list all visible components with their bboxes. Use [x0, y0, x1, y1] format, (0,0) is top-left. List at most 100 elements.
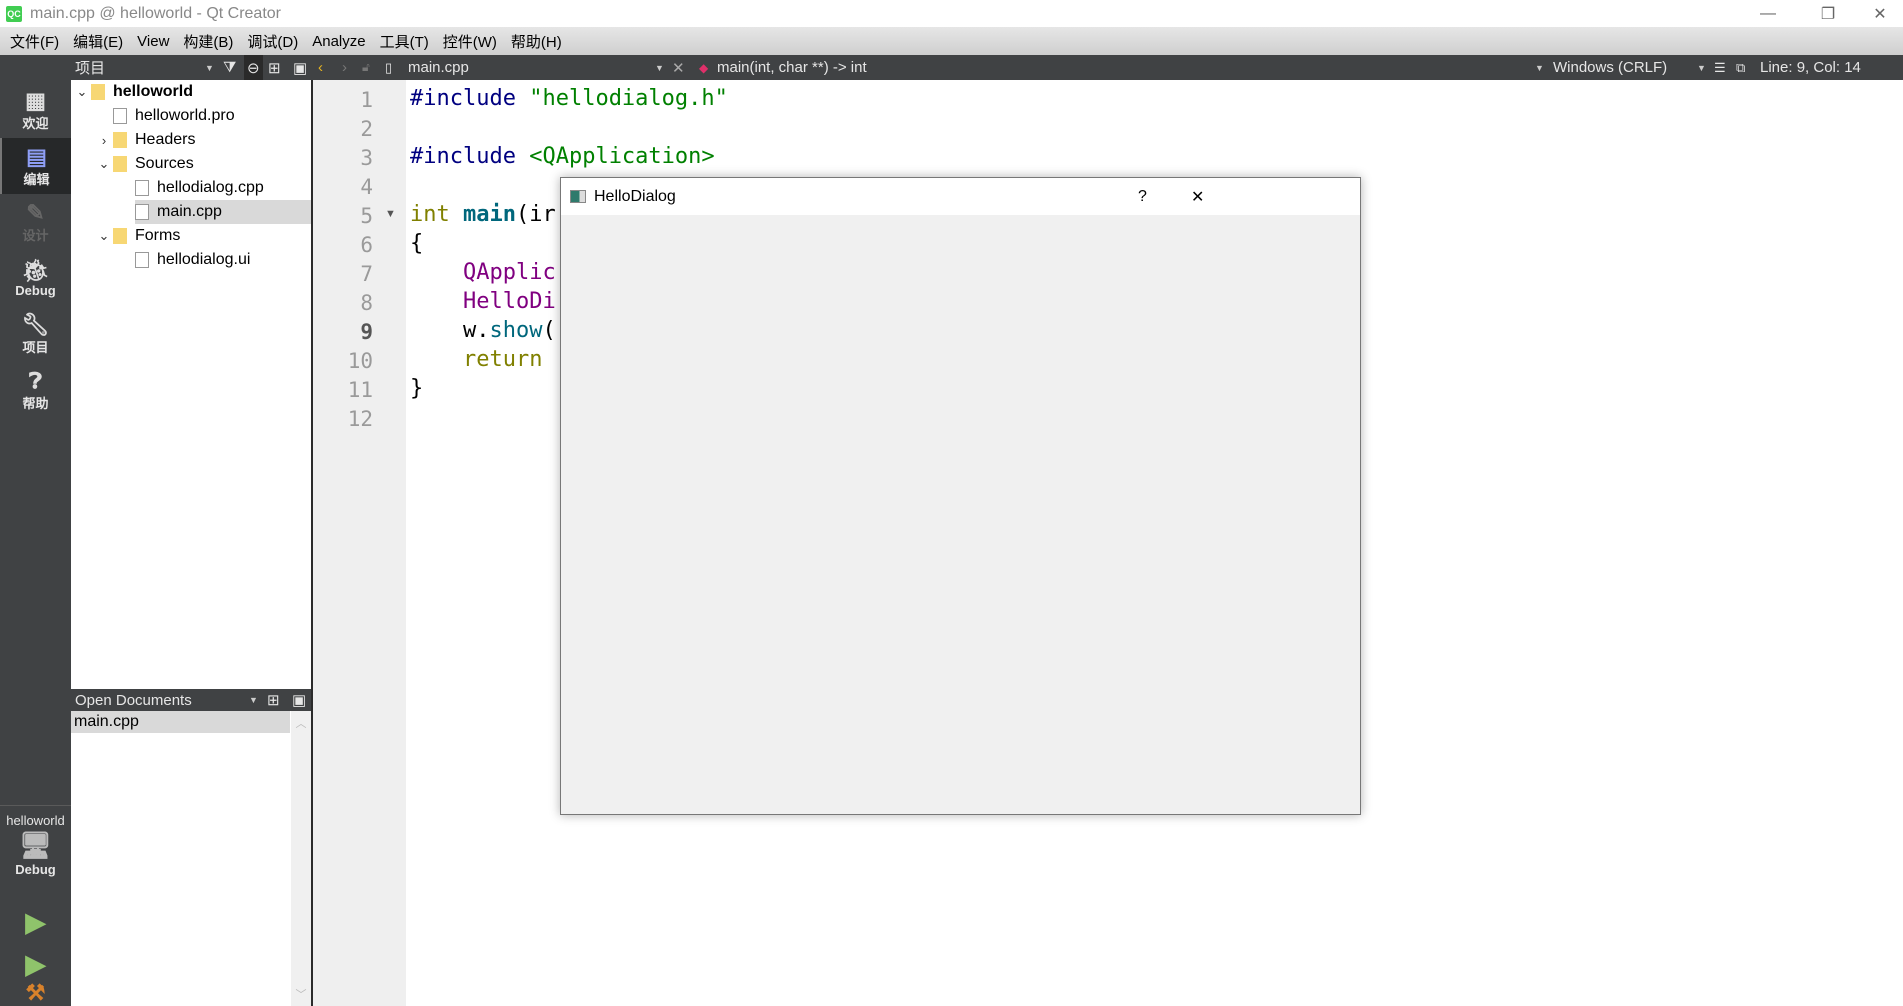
- folder-icon: [91, 84, 105, 100]
- menu-item[interactable]: 工具(T): [373, 31, 436, 52]
- code-line: w.show(: [410, 318, 556, 343]
- menu-item[interactable]: 构建(B): [176, 31, 240, 52]
- line-ending-dropdown[interactable]: ▼: [1697, 55, 1706, 80]
- chevron-right-icon[interactable]: ›: [95, 133, 113, 148]
- line-number: 12: [347, 407, 373, 431]
- open-documents-dropdown[interactable]: ▼: [249, 695, 258, 705]
- tree-item[interactable]: hellodialog.cpp: [117, 176, 264, 200]
- code-line: #include <QApplication>: [410, 144, 715, 169]
- chevron-down-icon[interactable]: ⌄: [95, 228, 113, 244]
- kit-selector[interactable]: helloworld 🖥︎ Debug: [0, 807, 71, 897]
- code-token: main: [462, 202, 516, 227]
- mode-design[interactable]: ✎ 设计: [0, 194, 71, 250]
- line-number: 1: [360, 88, 373, 112]
- link-icon[interactable]: ⊖: [244, 55, 263, 80]
- hello-dialog-window: HelloDialog ? ✕: [560, 177, 1361, 815]
- minimize-button[interactable]: —: [1745, 0, 1791, 27]
- filter-icon[interactable]: ⧩: [223, 55, 236, 80]
- tree-item[interactable]: ⌄ Forms: [95, 224, 180, 248]
- forward-icon[interactable]: ›: [342, 55, 347, 80]
- qt-creator-logo: QC: [6, 5, 22, 22]
- code-token: #include: [410, 86, 530, 111]
- tree-item-label: Sources: [135, 155, 194, 172]
- tree-item[interactable]: › Headers: [95, 128, 195, 152]
- fold-marker-icon[interactable]: ▼: [385, 208, 396, 220]
- code-token: "hellodialog.h": [529, 86, 728, 111]
- code-token: (: [542, 318, 556, 343]
- code-token: show: [489, 318, 543, 343]
- title-bar: QC main.cpp @ helloworld - Qt Creator — …: [0, 0, 1903, 27]
- code-line: #include "hellodialog.h": [410, 86, 728, 111]
- menu-item[interactable]: 帮助(H): [504, 31, 569, 52]
- mode-help[interactable]: ❓︎ 帮助: [0, 362, 71, 418]
- split-icon[interactable]: ⊞: [267, 691, 280, 709]
- code-token: {: [410, 231, 424, 256]
- file-selector[interactable]: main.cpp: [408, 55, 469, 80]
- mode-edit[interactable]: ▤ 编辑: [0, 138, 71, 194]
- mode-label: 设计: [22, 227, 49, 243]
- close-button[interactable]: ✕: [1857, 0, 1903, 27]
- open-document-item[interactable]: main.cpp: [71, 711, 290, 733]
- cursor-position[interactable]: Line: 9, Col: 14: [1760, 55, 1861, 80]
- symbol-dropdown[interactable]: ▼: [1535, 55, 1544, 80]
- tree-item-label: helloworld: [113, 83, 193, 100]
- menu-item[interactable]: 编辑(E): [66, 31, 130, 52]
- help-icon: ❓︎: [28, 367, 43, 393]
- scroll-down-icon[interactable]: ﹀: [291, 986, 311, 1002]
- code-token: <QApplication>: [529, 144, 715, 169]
- line-number-gutter: 1 2 3 4 5 ▼ 6 7 8 9 10 11 12: [313, 80, 406, 1006]
- tree-item[interactable]: ⌄ Sources: [95, 152, 194, 176]
- bug-icon: 🐞︎: [21, 257, 50, 283]
- chevron-down-icon[interactable]: ⌄: [73, 84, 91, 100]
- split-editor-icon[interactable]: ⧉: [1736, 55, 1745, 80]
- code-line: return: [410, 347, 556, 372]
- help-button[interactable]: ?: [1138, 188, 1147, 206]
- divider: [0, 805, 71, 806]
- back-icon[interactable]: ‹: [318, 55, 323, 80]
- editor-toolbar: 项目 ▼ ⧩ ⊖ ⊞ ▣ ‹ › 🔓︎ ▯ main.cpp ▼ ✕ ◆ mai…: [0, 55, 1903, 80]
- mode-welcome[interactable]: ▦ 欢迎: [0, 82, 71, 138]
- code-token: int: [410, 202, 463, 227]
- tree-item[interactable]: helloworld.pro: [95, 104, 235, 128]
- scroll-up-icon[interactable]: ︿: [291, 715, 311, 731]
- split-icon[interactable]: ⊞: [268, 55, 281, 80]
- menu-item[interactable]: 调试(D): [240, 31, 305, 52]
- cpp-file-icon: ▯: [385, 59, 393, 75]
- chevron-down-icon[interactable]: ⌄: [95, 156, 113, 172]
- close-document-button[interactable]: ✕: [672, 55, 685, 80]
- close-panel-icon[interactable]: ▣: [292, 691, 306, 709]
- tree-item-label: hellodialog.cpp: [157, 179, 264, 196]
- file-icon: [113, 108, 127, 124]
- code-line: }: [410, 376, 423, 401]
- menu-item[interactable]: 文件(F): [3, 31, 66, 52]
- code-token: }: [410, 376, 424, 401]
- folder-icon: [113, 132, 127, 148]
- line-number: 2: [360, 117, 373, 141]
- scrollbar[interactable]: ︿ ﹀: [291, 711, 311, 1006]
- symbol-selector[interactable]: main(int, char **) -> int: [717, 55, 867, 80]
- panel-dropdown[interactable]: ▼: [205, 55, 214, 80]
- run-button[interactable]: ▶: [0, 900, 71, 944]
- restore-button[interactable]: ❐: [1805, 0, 1851, 27]
- line-ending-selector[interactable]: Windows (CRLF): [1553, 55, 1667, 80]
- file-dropdown[interactable]: ▼: [655, 55, 664, 80]
- wrench-icon: 🔧︎: [21, 311, 50, 337]
- line-number: 11: [347, 378, 373, 402]
- outline-icon[interactable]: ☰: [1714, 55, 1726, 80]
- tree-item[interactable]: hellodialog.ui: [117, 248, 250, 272]
- line-number: 3: [360, 146, 373, 170]
- line-number: 7: [360, 262, 373, 286]
- tree-item[interactable]: ⌄ helloworld: [73, 80, 193, 104]
- mode-debug[interactable]: 🐞︎ Debug: [0, 250, 71, 306]
- mode-projects[interactable]: 🔧︎ 项目: [0, 306, 71, 362]
- hammer-icon: ⚒: [25, 980, 46, 1005]
- dialog-close-button[interactable]: ✕: [1191, 187, 1204, 207]
- menu-item[interactable]: View: [130, 33, 176, 50]
- menu-item[interactable]: 控件(W): [436, 31, 504, 52]
- menu-item[interactable]: Analyze: [305, 33, 372, 50]
- code-token: return: [410, 347, 556, 372]
- close-panel-icon[interactable]: ▣: [293, 55, 307, 80]
- target-config: Debug: [15, 862, 56, 877]
- build-button[interactable]: ⚒: [0, 980, 71, 1006]
- lock-icon: 🔓︎: [362, 60, 370, 74]
